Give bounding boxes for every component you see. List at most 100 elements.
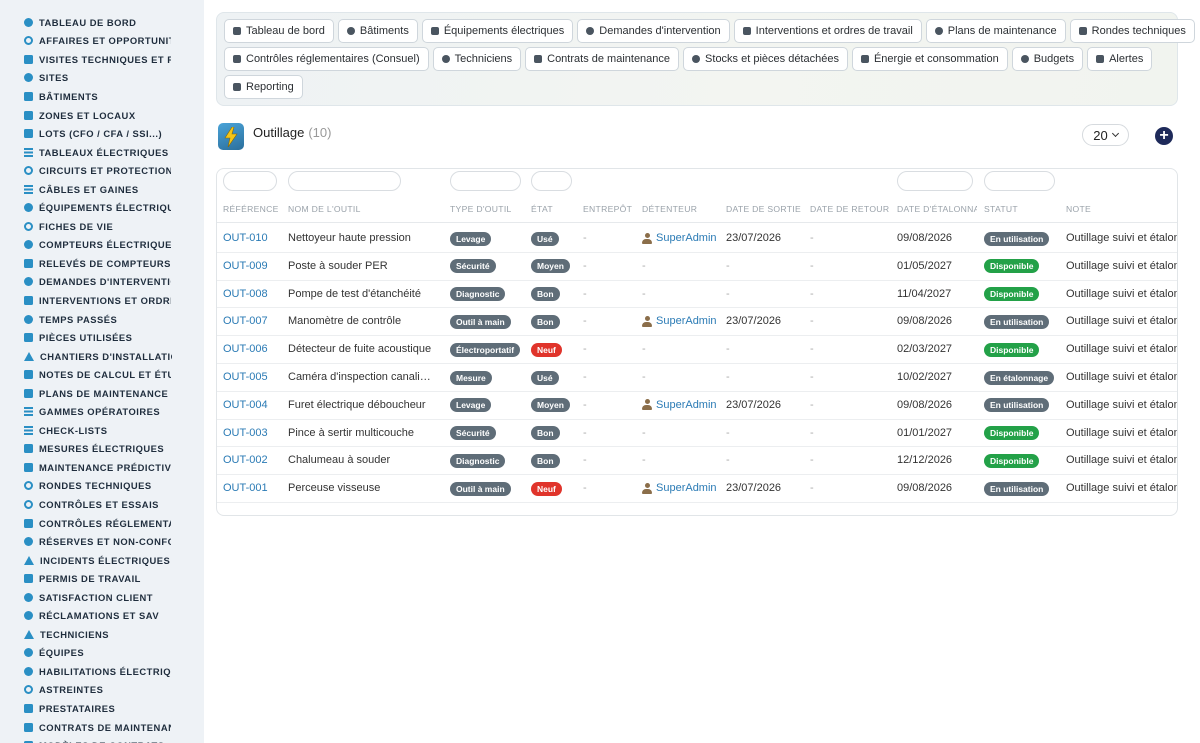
column-header[interactable]: TYPE D'OUTIL [450,204,525,214]
sidebar-item[interactable]: PIÈCES UTILISÉES [0,328,204,347]
sidebar-item[interactable]: PRESTATAIRES [0,699,204,718]
top-nav-button[interactable]: Budgets [1011,47,1084,71]
sidebar-item[interactable]: CONTRATS DE MAINTENANCE [0,718,204,737]
top-nav-button[interactable]: Énergie et consommation [851,47,1008,71]
table-row[interactable]: OUT-003 Pince à sertir multicouche Sécurit… [217,420,1177,448]
sidebar-item[interactable]: SITES [0,69,204,88]
sidebar-item[interactable]: TECHNICIENS [0,625,204,644]
filter-state[interactable] [531,171,572,191]
holder-link[interactable]: SuperAdmin [642,482,717,494]
sidebar-item[interactable]: ASTREINTES [0,681,204,700]
sidebar-item[interactable]: PERMIS DE TRAVAIL [0,569,204,588]
sidebar-item[interactable]: PLANS DE MAINTENANCE [0,384,204,403]
sidebar-item[interactable]: CONTRÔLES RÉGLEMENTAIRES (CONSUEL) [0,514,204,533]
table-row[interactable]: OUT-009 Poste à souder PER Sécurité Moyen - -… [217,253,1177,281]
top-nav-button[interactable]: Demandes d'intervention [577,19,730,43]
circuit-icon [24,166,33,176]
column-header[interactable]: DÉTENTEUR [642,204,722,214]
tool-reference-link[interactable]: OUT-002 [223,454,283,466]
sidebar-item[interactable]: ÉQUIPEMENTS ÉLECTRIQUES [0,198,204,217]
table-row[interactable]: OUT-002 Chalumeau à souder Diagnostic Bon - -… [217,447,1177,476]
holder-link[interactable]: SuperAdmin [642,232,717,244]
column-header[interactable]: DATE D'ÉTALONNAGE [897,204,977,214]
table-row[interactable]: OUT-007 Manomètre de contrôle Outil à main… [217,308,1177,337]
table-row[interactable]: OUT-008 Pompe de test d'étanchéité Diagnos… [217,281,1177,309]
sidebar-item[interactable]: CHANTIERS D'INSTALLATION [0,347,204,366]
column-header[interactable]: RÉFÉRENCE [223,204,283,214]
table-row[interactable]: OUT-006 Détecteur de fuite acoustique Élec… [217,336,1177,364]
sidebar-item[interactable]: MODÈLES DE CONTRATS [0,736,204,743]
tool-reference-link[interactable]: OUT-004 [223,399,283,411]
sidebar-item[interactable]: GAMMES OPÉRATOIRES [0,402,204,421]
filter-calibration-date[interactable] [897,171,973,191]
sidebar-item[interactable]: RÉCLAMATIONS ET SAV [0,607,204,626]
column-header[interactable]: NOTE [1066,204,1177,214]
table-row[interactable]: OUT-001 Perceuse visseuse Outil à main Neuf… [217,475,1177,503]
top-nav-button[interactable]: Plans de maintenance [925,19,1066,43]
tool-reference-link[interactable]: OUT-009 [223,260,283,272]
holder-link[interactable]: SuperAdmin [642,399,717,411]
sidebar-item[interactable]: CONTRÔLES ET ESSAIS [0,495,204,514]
top-nav-button[interactable]: Interventions et ordres de travail [733,19,922,43]
tool-reference-link[interactable]: OUT-003 [223,427,283,439]
sidebar-item[interactable]: ZONES ET LOCAUX [0,106,204,125]
sidebar-item[interactable]: AFFAIRES ET OPPORTUNITÉS [0,32,204,51]
top-nav-button[interactable]: Rondes techniques [1069,19,1195,43]
tool-reference-link[interactable]: OUT-006 [223,343,283,355]
top-nav-button[interactable]: Reporting [224,75,303,99]
sidebar-item[interactable]: CÂBLES ET GAINES [0,180,204,199]
sidebar-item[interactable]: MAINTENANCE PRÉDICTIVE [0,458,204,477]
sidebar-item[interactable]: ÉQUIPES [0,644,204,663]
sidebar-item[interactable]: TEMPS PASSÉS [0,310,204,329]
tool-reference-link[interactable]: OUT-010 [223,232,283,244]
sidebar-item[interactable]: TABLEAU DE BORD [0,13,204,32]
sidebar-item[interactable]: COMPTEURS ÉLECTRIQUES [0,236,204,255]
sidebar-item[interactable]: VISITES TECHNIQUES ET RELEVÉS [0,50,204,69]
filter-reference[interactable] [223,171,277,191]
top-nav-button[interactable]: Techniciens [432,47,522,71]
column-header[interactable]: DATE DE SORTIE [726,204,806,214]
top-nav-button[interactable]: Équipements électriques [421,19,574,43]
top-nav-button[interactable]: Bâtiments [337,19,418,43]
column-header[interactable]: ÉTAT [531,204,576,214]
filter-tool-name[interactable] [288,171,401,191]
tool-reference-link[interactable]: OUT-005 [223,371,283,383]
sidebar-item[interactable]: RELEVÉS DE COMPTEURS [0,254,204,273]
top-nav-button[interactable]: Stocks et pièces détachées [683,47,848,71]
filter-status[interactable] [984,171,1055,191]
top-nav-button[interactable]: Alertes [1087,47,1153,71]
sidebar-item[interactable]: SATISFACTION CLIENT [0,588,204,607]
sidebar-item[interactable]: TABLEAUX ÉLECTRIQUES [0,143,204,162]
sidebar-item[interactable]: RONDES TECHNIQUES [0,477,204,496]
column-header[interactable]: DATE DE RETOUR [810,204,890,214]
sidebar-item[interactable]: NOTES DE CALCUL ET ÉTUDES [0,365,204,384]
sidebar-item[interactable]: HABILITATIONS ÉLECTRIQUES [0,662,204,681]
sidebar-item[interactable]: INTERVENTIONS ET ORDRES DE TRAVAIL [0,291,204,310]
sidebar-item[interactable]: BÂTIMENTS [0,87,204,106]
top-nav-button[interactable]: Tableau de bord [224,19,334,43]
tool-reference-link[interactable]: OUT-007 [223,315,283,327]
column-header[interactable]: NOM DE L'OUTIL [288,204,438,214]
sidebar-item[interactable]: INCIDENTS ÉLECTRIQUES [0,551,204,570]
filter-tool-type[interactable] [450,171,521,191]
sidebar-item[interactable]: FICHES DE VIE [0,217,204,236]
tool-reference-link[interactable]: OUT-001 [223,482,283,494]
sidebar-item[interactable]: CIRCUITS ET PROTECTIONS [0,161,204,180]
tool-reference-link[interactable]: OUT-008 [223,288,283,300]
holder-link[interactable]: SuperAdmin [642,315,717,327]
top-nav-button[interactable]: Contrôles réglementaires (Consuel) [224,47,429,71]
sidebar-item[interactable]: DEMANDES D'INTERVENTION [0,273,204,292]
table-row[interactable]: OUT-005 Caméra d'inspection canalisation M… [217,364,1177,392]
sidebar-item[interactable]: MESURES ÉLECTRIQUES [0,440,204,459]
table-row[interactable]: OUT-004 Furet électrique déboucheur Levage… [217,392,1177,420]
column-header[interactable]: ENTREPÔT [583,204,638,214]
top-nav-button[interactable]: Contrats de maintenance [525,47,680,71]
add-record-button[interactable]: + [1155,127,1173,145]
sidebar-item[interactable]: LOTS (CFO / CFA / SSI...) [0,124,204,143]
per-page-select[interactable]: 20 [1082,124,1129,146]
column-header[interactable]: STATUT [984,204,1059,214]
sidebar-item[interactable]: RÉSERVES ET NON-CONFORMITÉS [0,532,204,551]
return-date: - [810,232,814,244]
table-row[interactable]: OUT-010 Nettoyeur haute pression Levage Usé… [217,225,1177,253]
sidebar-item[interactable]: CHECK-LISTS [0,421,204,440]
